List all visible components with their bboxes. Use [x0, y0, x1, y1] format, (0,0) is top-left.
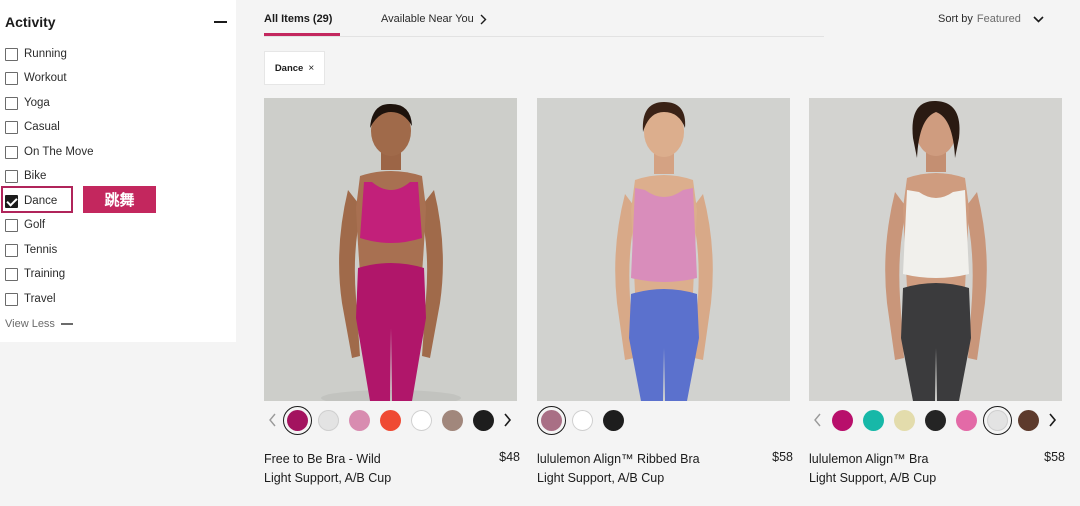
filter-option-tennis[interactable]: Tennis	[5, 241, 57, 259]
view-less-label: View Less	[5, 318, 55, 330]
product-image[interactable]	[809, 98, 1062, 401]
filter-option-casual[interactable]: Casual	[5, 118, 60, 136]
remove-icon[interactable]: ×	[308, 63, 314, 74]
chevron-right-icon[interactable]	[502, 413, 512, 427]
filter-option-label: Workout	[24, 72, 67, 84]
color-swatch[interactable]	[572, 410, 593, 431]
color-swatch[interactable]	[473, 410, 494, 431]
color-swatch[interactable]	[603, 410, 624, 431]
filter-option-label: Travel	[24, 293, 56, 305]
color-swatch[interactable]	[411, 410, 432, 431]
checkbox[interactable]	[5, 218, 18, 232]
filter-option-golf[interactable]: Golf	[5, 216, 45, 234]
active-tab-indicator	[264, 33, 340, 36]
checkbox[interactable]	[5, 47, 18, 61]
checkbox[interactable]	[5, 71, 18, 85]
color-swatch[interactable]	[380, 410, 401, 431]
sort-value: Featured	[976, 13, 1021, 25]
filter-option-running[interactable]: Running	[5, 45, 67, 63]
product-name-line: lululemon Align™ Bra	[809, 452, 929, 466]
checkbox[interactable]	[5, 292, 18, 306]
product-name-line: Light Support, A/B Cup	[809, 471, 937, 485]
tab-all-items[interactable]: All Items (29)	[264, 13, 332, 25]
filter-option-label: Casual	[24, 121, 60, 133]
product-name-line: Free to Be Bra - Wild	[264, 452, 381, 466]
filter-option-label: Dance	[24, 195, 58, 207]
filter-option-label: Bike	[24, 170, 47, 182]
color-swatch[interactable]	[925, 410, 946, 431]
filter-title: Activity	[5, 14, 56, 30]
model-photo	[809, 98, 1062, 401]
checkbox[interactable]	[5, 96, 18, 110]
filter-option-bike[interactable]: Bike	[5, 167, 46, 185]
color-swatch[interactable]	[318, 410, 339, 431]
color-swatches	[264, 405, 517, 435]
color-swatch[interactable]	[956, 410, 977, 431]
product-name[interactable]: Free to Be Bra - Wild Light Support, A/B…	[264, 450, 484, 488]
color-swatch[interactable]	[442, 410, 463, 431]
tabs-divider	[264, 36, 824, 37]
product-name-line: Light Support, A/B Cup	[537, 471, 665, 485]
filter-option-label: Golf	[24, 219, 46, 231]
filter-option-training[interactable]: Training	[5, 265, 65, 283]
filter-header[interactable]: Activity	[5, 14, 227, 32]
activity-filter-panel: Activity Running Workout Yoga Casual On …	[0, 0, 236, 342]
color-swatch[interactable]	[832, 410, 853, 431]
filter-option-label: Yoga	[24, 97, 50, 109]
chevron-left-icon[interactable]	[268, 413, 278, 427]
annotation-label: 跳舞	[83, 186, 156, 213]
product-name[interactable]: lululemon Align™ Ribbed Bra Light Suppor…	[537, 450, 757, 488]
checkbox[interactable]	[5, 267, 18, 281]
bra	[903, 190, 969, 278]
product-name-line: Light Support, A/B Cup	[264, 471, 392, 485]
product-price: $58	[772, 450, 793, 464]
checkbox[interactable]	[5, 120, 18, 134]
chip-label: Dance	[274, 62, 304, 74]
sort-dropdown[interactable]: Sort by Featured	[938, 13, 1044, 25]
model-photo	[264, 98, 517, 401]
checkbox[interactable]	[5, 145, 18, 159]
color-swatch[interactable]	[537, 406, 566, 435]
view-less-link[interactable]: View Less	[5, 317, 73, 331]
product-name[interactable]: lululemon Align™ Bra Light Support, A/B …	[809, 450, 1029, 488]
bra	[631, 188, 697, 282]
active-filter-chip[interactable]: Dance ×	[264, 51, 325, 85]
product-price: $58	[1044, 450, 1065, 464]
filter-option-travel[interactable]: Travel	[5, 290, 56, 308]
color-swatch[interactable]	[283, 406, 312, 435]
product-price: $48	[499, 450, 520, 464]
minus-icon	[60, 323, 73, 325]
color-swatch[interactable]	[983, 406, 1012, 435]
collapse-minus-icon[interactable]	[214, 21, 227, 23]
checkbox[interactable]	[5, 243, 18, 257]
color-swatch[interactable]	[1018, 410, 1039, 431]
filter-option-dance[interactable]: Dance	[5, 192, 57, 210]
color-swatch[interactable]	[894, 410, 915, 431]
tab-available-near-you[interactable]: Available Near You	[381, 13, 487, 25]
filter-option-label: On The Move	[24, 146, 94, 158]
checkbox[interactable]	[5, 169, 18, 183]
model-photo	[537, 98, 790, 401]
filter-option-yoga[interactable]: Yoga	[5, 94, 50, 112]
product-image[interactable]	[537, 98, 790, 401]
product-name-line: lululemon Align™ Ribbed Bra	[537, 452, 700, 466]
chevron-right-icon[interactable]	[1047, 413, 1057, 427]
color-swatches	[809, 405, 1062, 435]
color-swatches	[537, 405, 790, 435]
checkbox-checked[interactable]	[5, 194, 18, 208]
chevron-right-icon	[480, 14, 487, 24]
color-swatch[interactable]	[349, 410, 370, 431]
filter-option-on-the-move[interactable]: On The Move	[5, 143, 93, 161]
product-image[interactable]	[264, 98, 517, 401]
filter-option-label: Tennis	[24, 244, 58, 256]
chevron-down-icon	[1033, 15, 1044, 23]
filter-option-label: Running	[24, 48, 67, 60]
bra	[360, 182, 422, 243]
chevron-left-icon[interactable]	[813, 413, 823, 427]
tab-label: Available Near You	[381, 13, 474, 25]
sort-label: Sort by	[938, 13, 973, 25]
filter-option-label: Training	[24, 268, 66, 280]
color-swatch[interactable]	[863, 410, 884, 431]
filter-option-workout[interactable]: Workout	[5, 69, 67, 87]
